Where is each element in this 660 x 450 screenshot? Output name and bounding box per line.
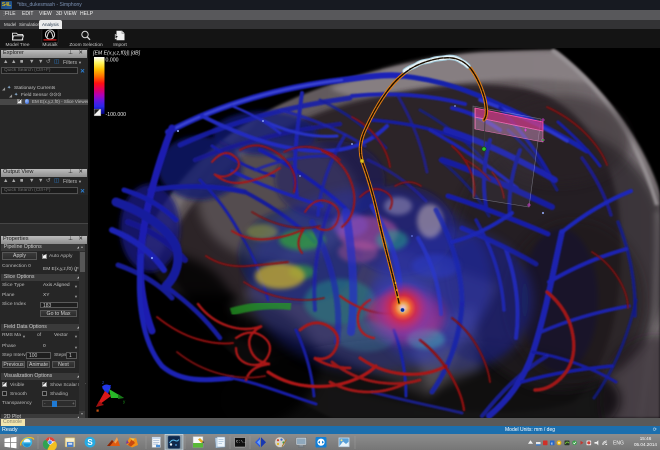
- svg-text:[EM E(x,y,z,f0)]| [dB]: [EM E(x,y,z,f0)]| [dB]: [92, 51, 141, 57]
- svg-text:0.000: 0.000: [106, 58, 119, 64]
- svg-text:ENG: ENG: [613, 440, 624, 446]
- svg-text:C:\_: C:\_: [236, 439, 246, 444]
- svg-text:S: S: [87, 438, 93, 447]
- svg-text:-100.000: -100.000: [106, 112, 127, 118]
